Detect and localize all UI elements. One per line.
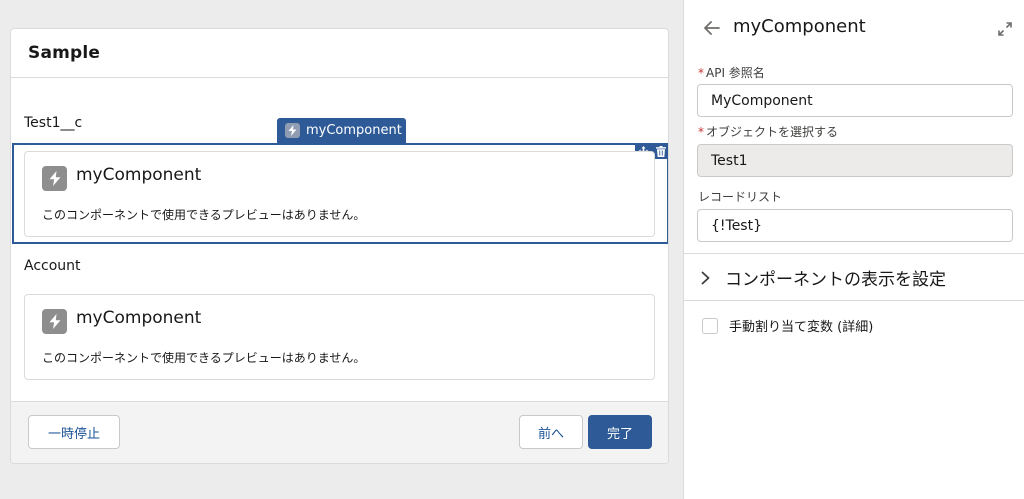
lightning-icon	[42, 166, 67, 191]
section-label-test1: Test1__c	[24, 115, 83, 131]
previous-button[interactable]: 前へ	[519, 415, 583, 449]
api-name-label: * API 参照名	[698, 66, 765, 80]
component-preview-test1[interactable]: myComponent このコンポーネントで使用できるプレビューはありません。	[24, 151, 655, 237]
properties-panel: myComponent * API 参照名 MyComponent * オブジェクト…	[683, 0, 1024, 499]
required-marker: *	[698, 66, 704, 80]
chevron-right-icon	[701, 270, 710, 289]
component-visibility-label: コンポーネントの表示を設定	[725, 270, 946, 290]
component-no-preview-message: このコンポーネントで使用できるプレビューはありません。	[42, 208, 366, 222]
panel-divider	[684, 300, 1024, 301]
pause-button[interactable]: 一時停止	[28, 415, 120, 449]
back-arrow-icon[interactable]	[704, 20, 720, 39]
manual-assign-label: 手動割り当て変数 (詳細)	[729, 320, 874, 335]
component-visibility-toggle[interactable]: コンポーネントの表示を設定	[684, 254, 1024, 300]
object-select-label: * オブジェクトを選択する	[698, 125, 839, 139]
screen-header: Sample	[11, 29, 668, 78]
panel-header: myComponent	[684, 0, 1024, 56]
expand-icon[interactable]	[998, 21, 1012, 40]
section-label-account: Account	[24, 258, 81, 274]
lightning-icon	[42, 309, 67, 334]
object-select-input[interactable]: Test1	[697, 144, 1013, 177]
lightning-icon	[285, 123, 300, 138]
selected-component-tab-label: myComponent	[306, 123, 402, 138]
panel-title: myComponent	[733, 16, 866, 37]
screen-footer: 一時停止 前へ 完了	[11, 401, 668, 463]
trash-icon[interactable]	[655, 145, 666, 157]
selected-component-tab[interactable]: myComponent	[277, 118, 406, 143]
manual-assign-row[interactable]: 手動割り当て変数 (詳細)	[702, 316, 873, 335]
record-list-input[interactable]: {!Test}	[697, 209, 1013, 242]
component-name: myComponent	[76, 165, 202, 185]
screen-card: Sample Test1__c myComponent myComponent …	[10, 28, 669, 464]
screen-title: Sample	[28, 43, 101, 63]
record-list-label: レコードリスト	[698, 190, 783, 204]
finish-button[interactable]: 完了	[588, 415, 652, 449]
component-no-preview-message: このコンポーネントで使用できるプレビューはありません。	[42, 351, 366, 365]
required-marker: *	[698, 125, 704, 139]
api-name-input[interactable]: MyComponent	[697, 84, 1013, 117]
component-preview-account[interactable]: myComponent このコンポーネントで使用できるプレビューはありません。	[24, 294, 655, 380]
flow-screen-canvas: Sample Test1__c myComponent myComponent …	[0, 0, 683, 499]
component-name: myComponent	[76, 308, 202, 328]
manual-assign-checkbox[interactable]	[702, 317, 718, 334]
